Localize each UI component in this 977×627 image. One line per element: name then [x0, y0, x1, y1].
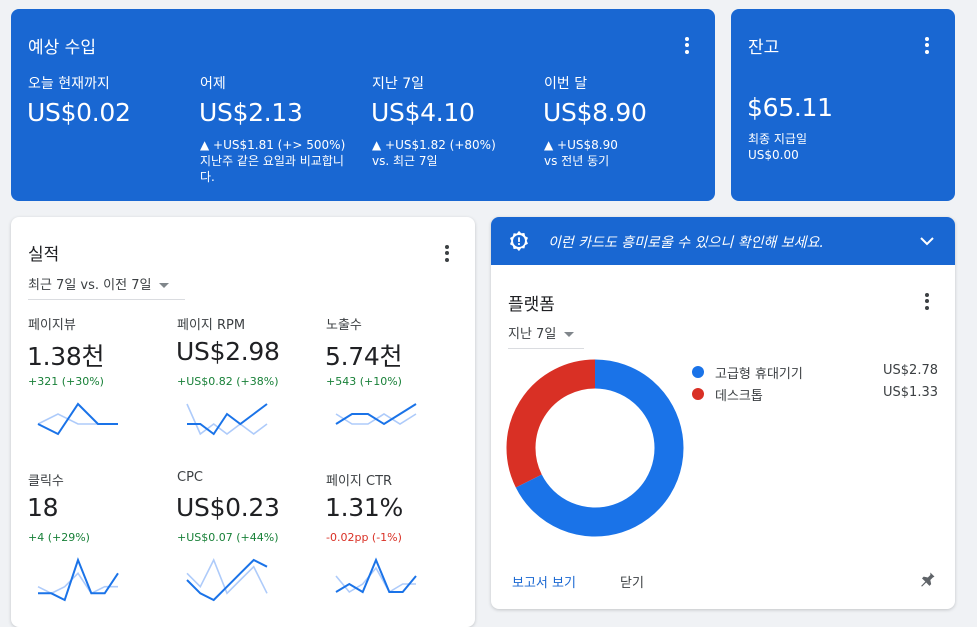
last-payment-label: 최종 지급일: [748, 132, 808, 146]
metric-value: 1.31%: [325, 493, 403, 522]
metric-value: 1.38천: [27, 342, 105, 371]
balance-card: 잔고 $65.11 최종 지급일 US$0.00: [731, 9, 955, 201]
sparkline-current: [38, 557, 119, 602]
metric-delta: +4 (+29%): [28, 531, 90, 544]
metric-sparkline: [186, 558, 268, 602]
metric-sparkline: [335, 403, 417, 426]
balance-title: 잔고: [748, 38, 780, 58]
chevron-down-icon[interactable]: [919, 233, 935, 249]
earnings-label: 지난 7일: [372, 76, 424, 92]
performance-more-icon[interactable]: [435, 241, 459, 265]
earnings-note: 지난주 같은 요일과 비교합니다.: [200, 154, 344, 184]
metric-delta: -0.02pp (-1%): [326, 531, 402, 544]
earnings-value: US$4.10: [371, 98, 475, 127]
earnings-value: US$8.90: [543, 98, 647, 127]
metric-label: 클릭수: [28, 474, 64, 489]
earnings-label: 이번 달: [544, 76, 588, 92]
gear-alert-icon: [510, 230, 528, 252]
metric-value: 18: [27, 493, 59, 522]
legend-value: US$1.33: [883, 385, 938, 400]
suggestion-banner[interactable]: 이런 카드도 흥미로울 수 있으니 확인해 보세요.: [491, 217, 955, 265]
view-report-link[interactable]: 보고서 보기: [512, 572, 576, 591]
legend-item: 고급형 휴대기기 US$2.78: [692, 363, 938, 382]
earnings-note: vs 전년 동기: [544, 154, 610, 168]
metric-delta: +US$0.82 (+38%): [177, 375, 279, 388]
metric-delta: +US$0.07 (+44%): [177, 531, 279, 544]
performance-title: 실적: [28, 245, 60, 265]
legend-dot: [692, 366, 704, 378]
metric-tile[interactable]: 페이지 RPM US$2.98 +US$0.82 (+38%): [176, 312, 317, 462]
pin-icon[interactable]: [917, 570, 937, 590]
earnings-value: US$0.02: [27, 98, 131, 127]
metric-tile[interactable]: 페이지뷰 1.38천 +321 (+30%): [27, 312, 168, 462]
sparkline-previous: [335, 566, 416, 594]
metric-sparkline: [186, 403, 268, 436]
earnings-value: US$2.13: [199, 98, 303, 127]
legend-label: 고급형 휴대기기: [715, 367, 803, 382]
earnings-label: 오늘 현재까지: [28, 76, 110, 92]
chevron-down-icon: [564, 332, 575, 337]
metric-label: 페이지 RPM: [177, 318, 246, 333]
earnings-more-icon[interactable]: [675, 33, 699, 57]
platform-title: 플랫폼: [508, 295, 555, 315]
metric-tile[interactable]: 클릭수 18 +4 (+29%): [27, 468, 168, 618]
performance-range-label: 최근 7일 vs. 이전 7일: [28, 278, 152, 293]
metric-delta: +543 (+10%): [326, 375, 402, 388]
chevron-down-icon: [159, 283, 170, 288]
sparkline-current: [37, 402, 118, 436]
sparkline-current: [335, 557, 417, 594]
metric-tile[interactable]: 노출수 5.74천 +543 (+10%): [325, 312, 466, 462]
balance-more-icon[interactable]: [915, 33, 939, 57]
metric-tile[interactable]: 페이지 CTR 1.31% -0.02pp (-1%): [325, 468, 466, 618]
metric-label: 페이지뷰: [28, 318, 76, 333]
earnings-delta: ▲ +US$1.82 (+80%): [372, 138, 496, 152]
metric-label: 노출수: [326, 318, 362, 333]
legend-dot: [692, 388, 704, 400]
metric-value: 5.74천: [325, 342, 403, 371]
platform-range-label: 지난 7일: [508, 327, 557, 342]
suggestion-text: 이런 카드도 흥미로울 수 있으니 확인해 보세요.: [548, 235, 824, 251]
metric-value: US$2.98: [176, 337, 280, 366]
legend-label: 데스크톱: [715, 389, 763, 404]
earnings-note: vs. 최근 7일: [372, 154, 438, 168]
close-link[interactable]: 닫기: [620, 572, 644, 591]
sparkline-previous: [186, 403, 268, 436]
metric-sparkline: [335, 557, 417, 594]
last-payment-value: US$0.00: [748, 148, 799, 162]
earnings-card: 예상 수입 오늘 현재까지 US$0.02 어제 US$2.13 ▲ +US$1…: [11, 9, 715, 201]
metric-label: 페이지 CTR: [326, 474, 393, 489]
legend-item: 데스크톱 US$1.33: [692, 385, 938, 404]
platform-donut-chart: [506, 359, 684, 537]
sparkline-previous: [37, 413, 118, 425]
earnings-delta: ▲ +US$8.90: [544, 138, 618, 152]
metric-value: US$0.23: [176, 493, 280, 522]
donut-slice[interactable]: [506, 359, 596, 488]
platform-more-icon[interactable]: [915, 289, 939, 313]
platform-card: 이런 카드도 흥미로울 수 있으니 확인해 보세요. 플랫폼 지난 7일 고급형…: [491, 217, 955, 609]
earnings-label: 어제: [200, 76, 226, 92]
metric-delta: +321 (+30%): [28, 375, 104, 388]
legend-value: US$2.78: [883, 363, 938, 378]
performance-card: 실적 최근 7일 vs. 이전 7일 페이지뷰 1.38천 +321 (+30%…: [11, 217, 475, 627]
platform-range-dropdown[interactable]: 지난 7일: [508, 323, 584, 349]
metric-sparkline: [37, 557, 119, 602]
balance-value: $65.11: [747, 93, 833, 122]
earnings-title: 예상 수입: [28, 38, 96, 58]
earnings-delta: ▲ +US$1.81 (+> 500%): [200, 138, 346, 152]
metric-label: CPC: [177, 470, 203, 485]
sparkline-previous: [186, 558, 268, 595]
metric-sparkline: [37, 402, 118, 436]
performance-range-dropdown[interactable]: 최근 7일 vs. 이전 7일: [28, 274, 185, 300]
metric-tile[interactable]: CPC US$0.23 +US$0.07 (+44%): [176, 468, 317, 618]
